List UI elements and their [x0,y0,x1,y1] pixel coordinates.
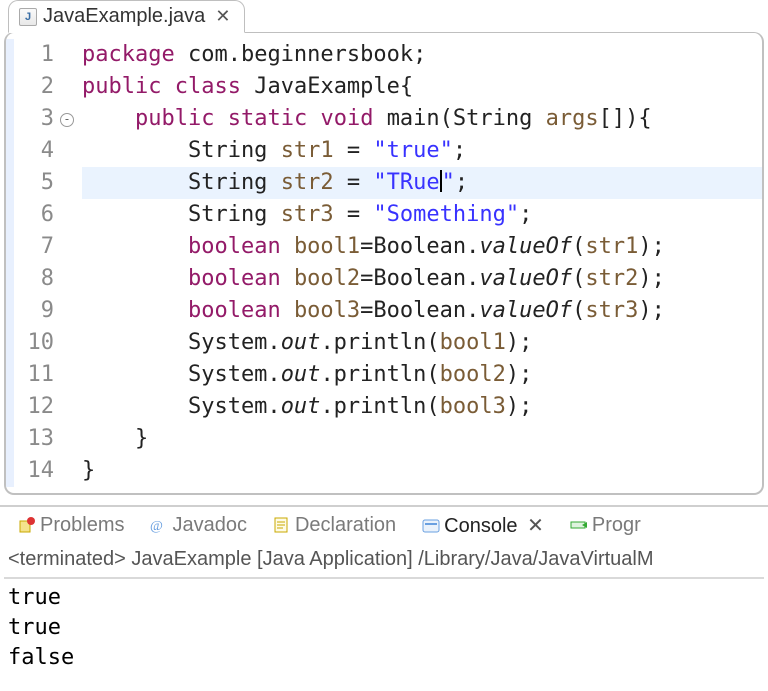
line-number: 12 [14,391,54,423]
fold-column[interactable]: - [60,39,78,487]
fold-cell [60,327,78,359]
code-line[interactable]: } [82,455,762,487]
fold-cell [60,71,78,103]
code-line[interactable]: boolean bool3=Boolean.valueOf(str3); [82,295,762,327]
bottom-tab-progress[interactable]: Progr [570,514,641,537]
code-line[interactable]: String str2 = "TRue"; [82,167,762,199]
code-line[interactable]: boolean bool1=Boolean.valueOf(str1); [82,231,762,263]
bottom-tab-label: Problems [40,514,124,536]
fold-collapse-icon[interactable]: - [60,113,74,127]
bottom-tab-label: Progr [592,514,641,536]
fold-cell [60,167,78,199]
line-number-gutter: 1234567891011121314 [14,39,60,487]
bottom-tab-label: Javadoc [172,514,247,536]
code-editor[interactable]: 1234567891011121314 - package com.beginn… [4,32,764,495]
code-line[interactable]: package com.beginnersbook; [82,39,762,71]
progress-icon [570,516,588,534]
fold-cell [60,295,78,327]
line-number: 8 [14,263,54,295]
line-number: 14 [14,455,54,487]
bottom-tab-console[interactable]: Console ✕ [422,513,544,538]
declaration-icon [273,516,291,534]
fold-cell [60,391,78,423]
code-line[interactable]: } [82,423,762,455]
fold-cell[interactable]: - [60,103,78,135]
line-number: 2 [14,71,54,103]
line-number: 11 [14,359,54,391]
code-line[interactable]: public static void main(String args[]){ [82,103,762,135]
code-line[interactable]: String str1 = "true"; [82,135,762,167]
console-line: false [8,643,760,673]
code-line[interactable]: System.out.println(bool2); [82,359,762,391]
code-line[interactable]: String str3 = "Something"; [82,199,762,231]
close-tab-icon[interactable]: ✕ [215,6,230,27]
bottom-view-tabs: Problems @ Javadoc Declaration Console ✕ Prog… [0,505,768,544]
close-icon[interactable]: ✕ [522,515,544,537]
problems-icon [18,516,36,534]
console-output[interactable]: truetruefalse [0,579,768,677]
javadoc-icon: @ [150,516,168,534]
code-line[interactable]: boolean bool2=Boolean.valueOf(str2); [82,263,762,295]
console-line: true [8,583,760,613]
fold-cell [60,455,78,487]
fold-cell [60,359,78,391]
line-number: 9 [14,295,54,327]
bottom-tab-label: Console [444,515,517,537]
console-line: true [8,613,760,643]
fold-cell [60,39,78,71]
fold-cell [60,231,78,263]
bottom-tab-javadoc[interactable]: @ Javadoc [150,514,247,537]
fold-cell [60,199,78,231]
bottom-tab-problems[interactable]: Problems [18,514,124,537]
editor-marker-strip [6,39,14,487]
svg-text:@: @ [150,519,163,534]
line-number: 3 [14,103,54,135]
code-line[interactable]: System.out.println(bool3); [82,391,762,423]
code-text-area[interactable]: package com.beginnersbook;public class J… [78,39,762,487]
fold-cell [60,423,78,455]
line-number: 5 [14,167,54,199]
code-line[interactable]: System.out.println(bool1); [82,327,762,359]
line-number: 1 [14,39,54,71]
editor-tab-bar: J JavaExample.java ✕ [0,0,768,32]
editor-tab-filename: JavaExample.java [43,5,205,28]
fold-cell [60,135,78,167]
java-file-icon: J [19,8,37,26]
bottom-tab-declaration[interactable]: Declaration [273,514,396,537]
line-number: 6 [14,199,54,231]
line-number: 4 [14,135,54,167]
console-icon [422,517,440,535]
bottom-tab-label: Declaration [295,514,396,536]
line-number: 10 [14,327,54,359]
line-number: 7 [14,231,54,263]
editor-tab-active[interactable]: J JavaExample.java ✕ [8,0,245,33]
code-line[interactable]: public class JavaExample{ [82,71,762,103]
fold-cell [60,263,78,295]
console-launch-header: <terminated> JavaExample [Java Applicati… [0,544,768,575]
line-number: 13 [14,423,54,455]
